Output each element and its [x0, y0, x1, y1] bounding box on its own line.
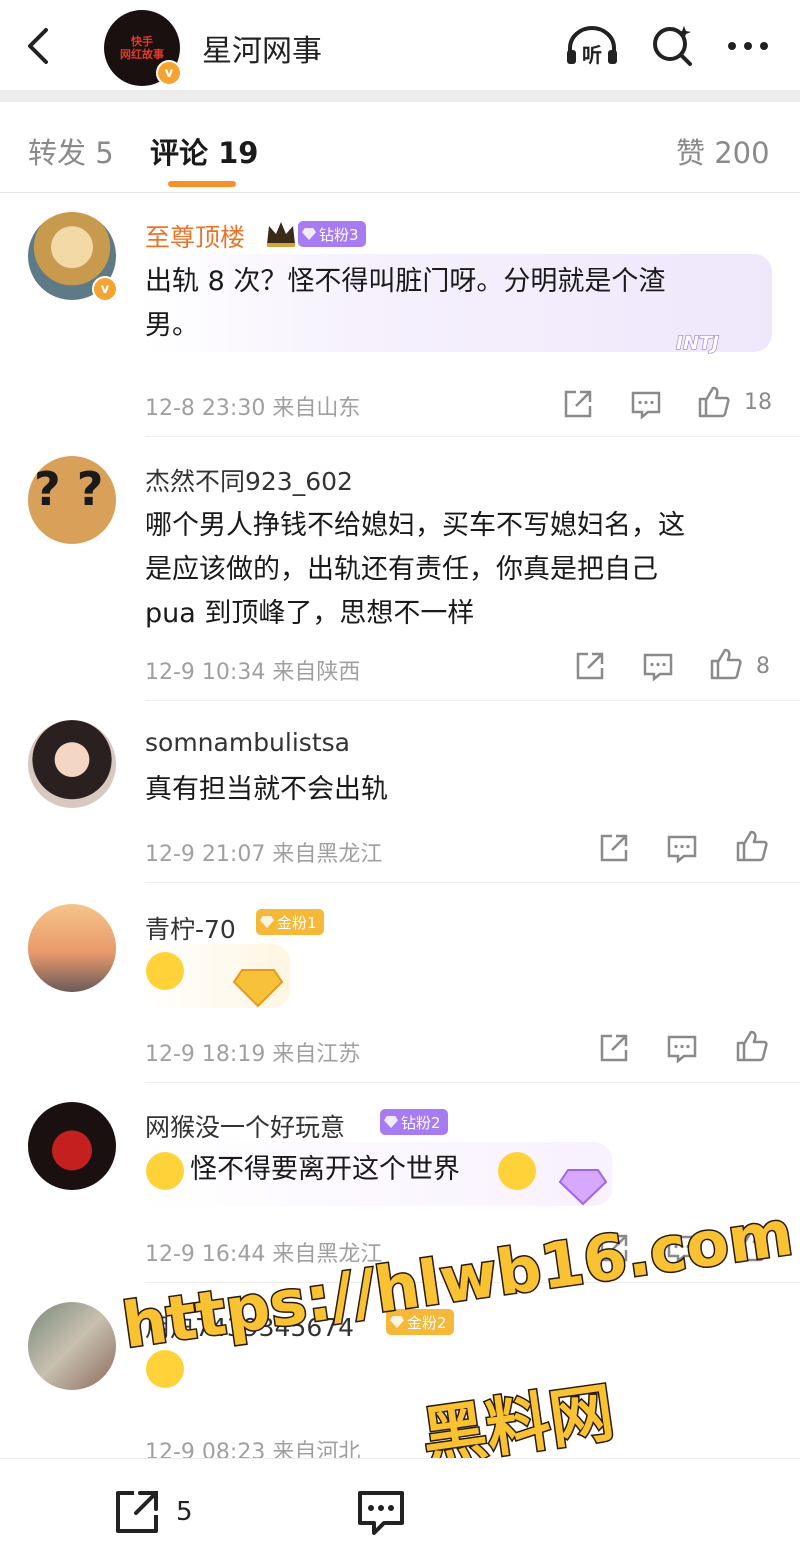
- reply-icon[interactable]: [664, 830, 700, 866]
- repost-count: 5: [176, 1497, 193, 1527]
- watermark-url: https://hlwb16.com: [117, 1194, 799, 1363]
- comment-time: 12-9 21:07: [145, 842, 266, 867]
- comment-username[interactable]: 青柠-70: [145, 910, 236, 946]
- comment-location: 来自山东: [272, 396, 361, 421]
- sweat-face-emoji-icon: [498, 1152, 536, 1190]
- avatar[interactable]: [28, 1302, 116, 1390]
- comment-text-line: 出轨 8 次？怪不得叫脏门呀。分明就是个渣: [145, 266, 666, 297]
- crown-icon: [267, 222, 295, 247]
- tab-comments[interactable]: 评论 19: [150, 130, 258, 172]
- comment-location: 来自陕西: [272, 660, 361, 685]
- comment-time: 12-9 18:19: [145, 1042, 266, 1067]
- reply-icon[interactable]: [628, 386, 664, 422]
- listen-headphones-icon[interactable]: 听: [564, 22, 620, 70]
- comment-meta: 12-9 21:07 来自黑龙江: [145, 836, 382, 868]
- comment-text-line: pua 到顶峰了，思想不一样: [145, 598, 475, 629]
- smirk-face-emoji-icon: [146, 1152, 184, 1190]
- verified-badge-icon: v: [156, 60, 182, 86]
- fan-badge-label: 钻粉2: [401, 1113, 441, 1132]
- fan-level-badge[interactable]: 金粉1: [256, 909, 324, 935]
- comment-text-line: 是应该做的，出轨还有责任，你真是把自己: [145, 554, 658, 585]
- gold-gem-icon: [260, 916, 274, 928]
- diamond-icon: [384, 1116, 398, 1128]
- comment-location: 来自江苏: [272, 1042, 361, 1067]
- reply-icon[interactable]: [640, 648, 676, 684]
- gold-fan-gem-icon: [232, 969, 284, 1008]
- fan-level-badge[interactable]: 钻粉2: [380, 1109, 448, 1135]
- share-icon[interactable]: [596, 830, 632, 866]
- like-icon[interactable]: [708, 646, 744, 682]
- repost-icon[interactable]: [110, 1487, 164, 1535]
- like-count: 18: [744, 390, 772, 415]
- tab-repost[interactable]: 转发 5: [28, 130, 114, 172]
- fan-level-badge[interactable]: 钻粉3: [298, 221, 366, 247]
- avatar[interactable]: [28, 1102, 116, 1190]
- comment-text-line: 男。: [145, 310, 199, 341]
- comment-username[interactable]: 网猴没一个好玩意: [145, 1108, 345, 1144]
- bottom-action-bar: 5: [0, 1458, 800, 1541]
- page-title: 星河网事: [202, 34, 322, 69]
- comment-divider: [145, 1082, 800, 1083]
- reply-icon[interactable]: [664, 1030, 700, 1066]
- top-nav-bar: 快手 网红故事 v 星河网事 听: [0, 0, 800, 92]
- comment-text: 哪个男人挣钱不给媳妇，买车不写媳妇名，这 是应该做的，出轨还有责任，你真是把自己…: [145, 504, 685, 636]
- active-tab-indicator: [168, 181, 236, 187]
- diamond-icon: [302, 228, 316, 240]
- avatar[interactable]: [28, 904, 116, 992]
- verified-badge-icon: v: [92, 276, 118, 302]
- more-options-icon[interactable]: [722, 22, 778, 70]
- logo-text-line2: 网红故事: [120, 48, 164, 61]
- back-arrow-icon[interactable]: [20, 24, 60, 68]
- like-icon[interactable]: [734, 828, 770, 864]
- avatar[interactable]: ? ?: [28, 456, 116, 544]
- header-divider: [0, 90, 800, 102]
- comment-divider: [145, 700, 800, 701]
- search-icon[interactable]: [646, 22, 702, 70]
- listen-label: 听: [582, 43, 602, 67]
- comment-text-line: 怪不得要离开这个世界: [190, 1154, 460, 1185]
- comment-meta: 12-8 23:30 来自山东: [145, 390, 360, 422]
- comment-icon[interactable]: [354, 1487, 408, 1537]
- share-icon[interactable]: [572, 648, 608, 684]
- share-icon[interactable]: [560, 386, 596, 422]
- comment-username[interactable]: somnambulistsa: [145, 728, 350, 757]
- avatar[interactable]: [28, 720, 116, 808]
- comment-text: 真有担当就不会出轨: [145, 768, 388, 812]
- comment-username[interactable]: 至尊顶楼: [145, 218, 245, 254]
- comment-divider: [145, 882, 800, 883]
- comment-time: 12-8 23:30: [145, 396, 266, 421]
- question-marks-icon: ? ?: [34, 462, 104, 516]
- comment-divider: [145, 436, 800, 437]
- like-count: 8: [756, 654, 770, 679]
- tab-likes[interactable]: 赞 200: [676, 130, 770, 172]
- intj-sticker: INTJ: [675, 332, 720, 355]
- comment-text: 出轨 8 次？怪不得叫脏门呀。分明就是个渣 男。: [145, 260, 665, 348]
- logo-text-line1: 快手: [131, 35, 153, 48]
- comment-username[interactable]: 杰然不同923_602: [145, 462, 353, 498]
- like-icon[interactable]: [734, 1028, 770, 1064]
- comment-time: 12-9 16:44: [145, 1242, 266, 1267]
- diamond-fan-gem-icon: [558, 1169, 608, 1206]
- comment-text-line: 真有担当就不会出轨: [145, 774, 388, 805]
- yummy-face-emoji-icon: [146, 952, 184, 990]
- comment-time: 12-9 10:34: [145, 660, 266, 685]
- like-icon[interactable]: [696, 384, 732, 420]
- comment-text-line: 哪个男人挣钱不给媳妇，买车不写媳妇名，这: [145, 510, 685, 541]
- comment-location: 来自黑龙江: [272, 842, 383, 867]
- tabs-divider: [0, 192, 800, 193]
- comment-text: 怪不得要离开这个世界: [190, 1148, 460, 1192]
- share-icon[interactable]: [596, 1030, 632, 1066]
- fan-badge-label: 钻粉3: [319, 225, 359, 244]
- comment-meta: 12-9 18:19 来自江苏: [145, 1036, 360, 1068]
- comment-meta: 12-9 10:34 来自陕西: [145, 654, 360, 686]
- fan-badge-label: 金粉1: [277, 913, 317, 932]
